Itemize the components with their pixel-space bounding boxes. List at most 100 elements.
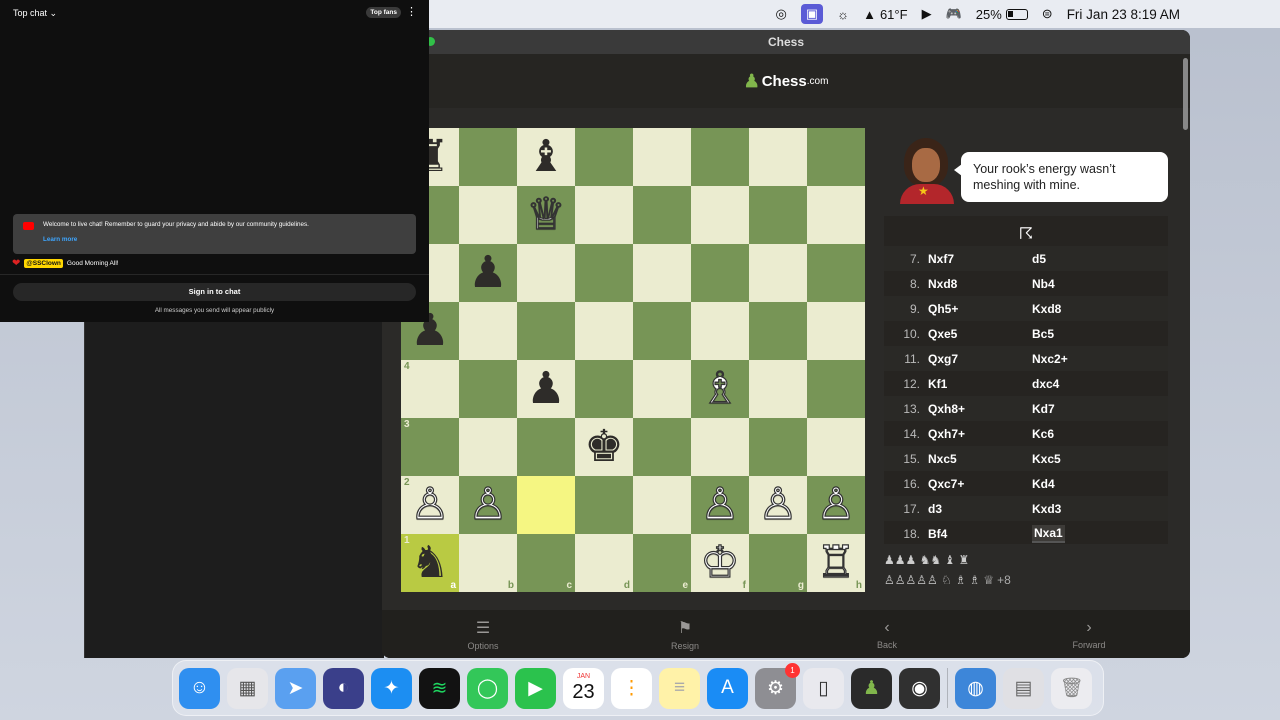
square-c7[interactable]: ♕ [517, 186, 575, 244]
documents-folder-icon[interactable]: ▤ [1003, 667, 1044, 709]
square-a2[interactable]: 2 ♙ [401, 476, 459, 534]
launchpad-icon[interactable]: ▦ [227, 667, 268, 709]
square-c3[interactable] [517, 418, 575, 476]
maps-icon[interactable]: ➤ [275, 667, 316, 709]
square-e8[interactable] [633, 128, 691, 186]
square-e2[interactable] [633, 476, 691, 534]
square-e5[interactable] [633, 302, 691, 360]
square-e7[interactable] [633, 186, 691, 244]
white-pawn-piece[interactable]: ♙ [816, 482, 857, 527]
black-move[interactable]: Bc5 [1032, 327, 1132, 341]
white-move[interactable]: Nxf7 [928, 252, 1032, 266]
now-playing-icon[interactable]: ▶ [922, 0, 932, 28]
square-b4[interactable] [459, 360, 517, 418]
black-move[interactable]: Kd4 [1032, 477, 1132, 491]
black-bishop-piece[interactable]: ♝ [526, 135, 565, 179]
app-store-icon[interactable]: A [707, 667, 748, 709]
menubar-clock[interactable]: Fri Jan 23 8:19 AM [1067, 7, 1180, 22]
black-knight-piece[interactable]: ♞ [410, 541, 449, 585]
square-g5[interactable] [749, 302, 807, 360]
square-h8[interactable] [807, 128, 865, 186]
facetime-icon[interactable]: ▶ [515, 667, 556, 709]
square-a1[interactable]: 1 a ♞ [401, 534, 459, 592]
square-d7[interactable] [575, 186, 633, 244]
square-h3[interactable] [807, 418, 865, 476]
black-move[interactable]: Kxd8 [1032, 302, 1132, 316]
battery-status[interactable]: 25% [976, 0, 1028, 28]
learn-more-link[interactable]: Learn more [43, 235, 408, 244]
reminders-icon[interactable]: ⋮ [611, 667, 652, 709]
iphone-mirroring-icon[interactable]: ▯ [803, 667, 844, 709]
square-e3[interactable] [633, 418, 691, 476]
black-move[interactable]: Kc6 [1032, 427, 1132, 441]
black-move[interactable]: dxc4 [1032, 377, 1132, 391]
square-d8[interactable] [575, 128, 633, 186]
square-f7[interactable] [691, 186, 749, 244]
options-button[interactable]: ☰ Options [433, 618, 533, 651]
black-move[interactable]: Nb4 [1032, 277, 1132, 291]
finder-icon[interactable]: ☺ [179, 667, 220, 709]
white-move[interactable]: Nxc5 [928, 452, 1032, 466]
black-move[interactable]: Kxd3 [1032, 502, 1132, 516]
square-h2[interactable]: ♙ [807, 476, 865, 534]
white-move[interactable]: Qxh7+ [928, 427, 1032, 441]
black-king-piece[interactable]: ♚ [584, 425, 623, 469]
white-move[interactable]: Qxc7+ [928, 477, 1032, 491]
back-button[interactable]: ‹ Back [837, 619, 937, 650]
screen-mirroring-icon[interactable]: ▣ [800, 4, 824, 24]
square-e6[interactable] [633, 244, 691, 302]
square-d5[interactable] [575, 302, 633, 360]
square-d6[interactable] [575, 244, 633, 302]
chat-mode-dropdown[interactable]: Top chat ⌄ [13, 8, 57, 19]
square-d1[interactable]: d [575, 534, 633, 592]
black-move[interactable]: Nxc2+ [1032, 352, 1132, 366]
square-c4[interactable]: ♟ [517, 360, 575, 418]
square-c5[interactable] [517, 302, 575, 360]
square-a4[interactable]: 4 [401, 360, 459, 418]
move-list[interactable]: ☈ 7. Nxf7 d5 8. Nxd8 Nb4 9. Qh5+ Kxd8 10. Qxe5 Bc5 1… [884, 216, 1168, 544]
control-center-icon[interactable]: ⊜ [1042, 0, 1053, 28]
white-move[interactable]: Qxe5 [928, 327, 1032, 341]
white-move[interactable]: Nxd8 [928, 277, 1032, 291]
calendar-icon[interactable]: JAN 23 [563, 667, 604, 709]
black-move[interactable]: Nxa1 [1032, 524, 1132, 543]
square-b2[interactable]: ♙ [459, 476, 517, 534]
brightness-icon[interactable]: ☼ [837, 0, 849, 28]
square-b3[interactable] [459, 418, 517, 476]
white-bishop-piece[interactable]: ♗ [700, 366, 741, 411]
white-move[interactable]: Qxg7 [928, 352, 1032, 366]
square-c6[interactable] [517, 244, 575, 302]
trash-icon[interactable]: 🗑 [1051, 667, 1092, 709]
square-e1[interactable]: e [633, 534, 691, 592]
firefox-icon[interactable]: ◐ [323, 667, 364, 709]
square-f6[interactable] [691, 244, 749, 302]
white-move[interactable]: Bf4 [928, 527, 1032, 541]
white-pawn-piece[interactable]: ♙ [758, 482, 799, 527]
sign-in-button[interactable]: Sign in to chat [13, 283, 416, 301]
more-options-icon[interactable]: ⋮ [406, 5, 417, 18]
square-b5[interactable] [459, 302, 517, 360]
square-f4[interactable]: ♗ [691, 360, 749, 418]
square-b6[interactable]: ♟ [459, 244, 517, 302]
top-fans-button[interactable]: Top fans [366, 7, 401, 18]
messages-icon[interactable]: ◯ [467, 667, 508, 709]
white-pawn-piece[interactable]: ♙ [468, 482, 509, 527]
chat-username[interactable]: @SSClown [24, 259, 63, 268]
square-c1[interactable]: c [517, 534, 575, 592]
obs-icon[interactable]: ◉ [899, 667, 940, 709]
white-move[interactable]: d3 [928, 502, 1032, 516]
square-d3[interactable]: ♚ [575, 418, 633, 476]
gamepad-icon[interactable]: 🎮 [946, 0, 962, 28]
white-move[interactable]: Qh5+ [928, 302, 1032, 316]
square-g7[interactable] [749, 186, 807, 244]
square-c2[interactable] [517, 476, 575, 534]
white-queen-piece[interactable]: ♕ [526, 192, 567, 237]
square-h6[interactable] [807, 244, 865, 302]
square-g6[interactable] [749, 244, 807, 302]
black-pawn-piece[interactable]: ♟ [526, 367, 565, 411]
square-d4[interactable] [575, 360, 633, 418]
square-h7[interactable] [807, 186, 865, 244]
square-g4[interactable] [749, 360, 807, 418]
square-f3[interactable] [691, 418, 749, 476]
square-h5[interactable] [807, 302, 865, 360]
